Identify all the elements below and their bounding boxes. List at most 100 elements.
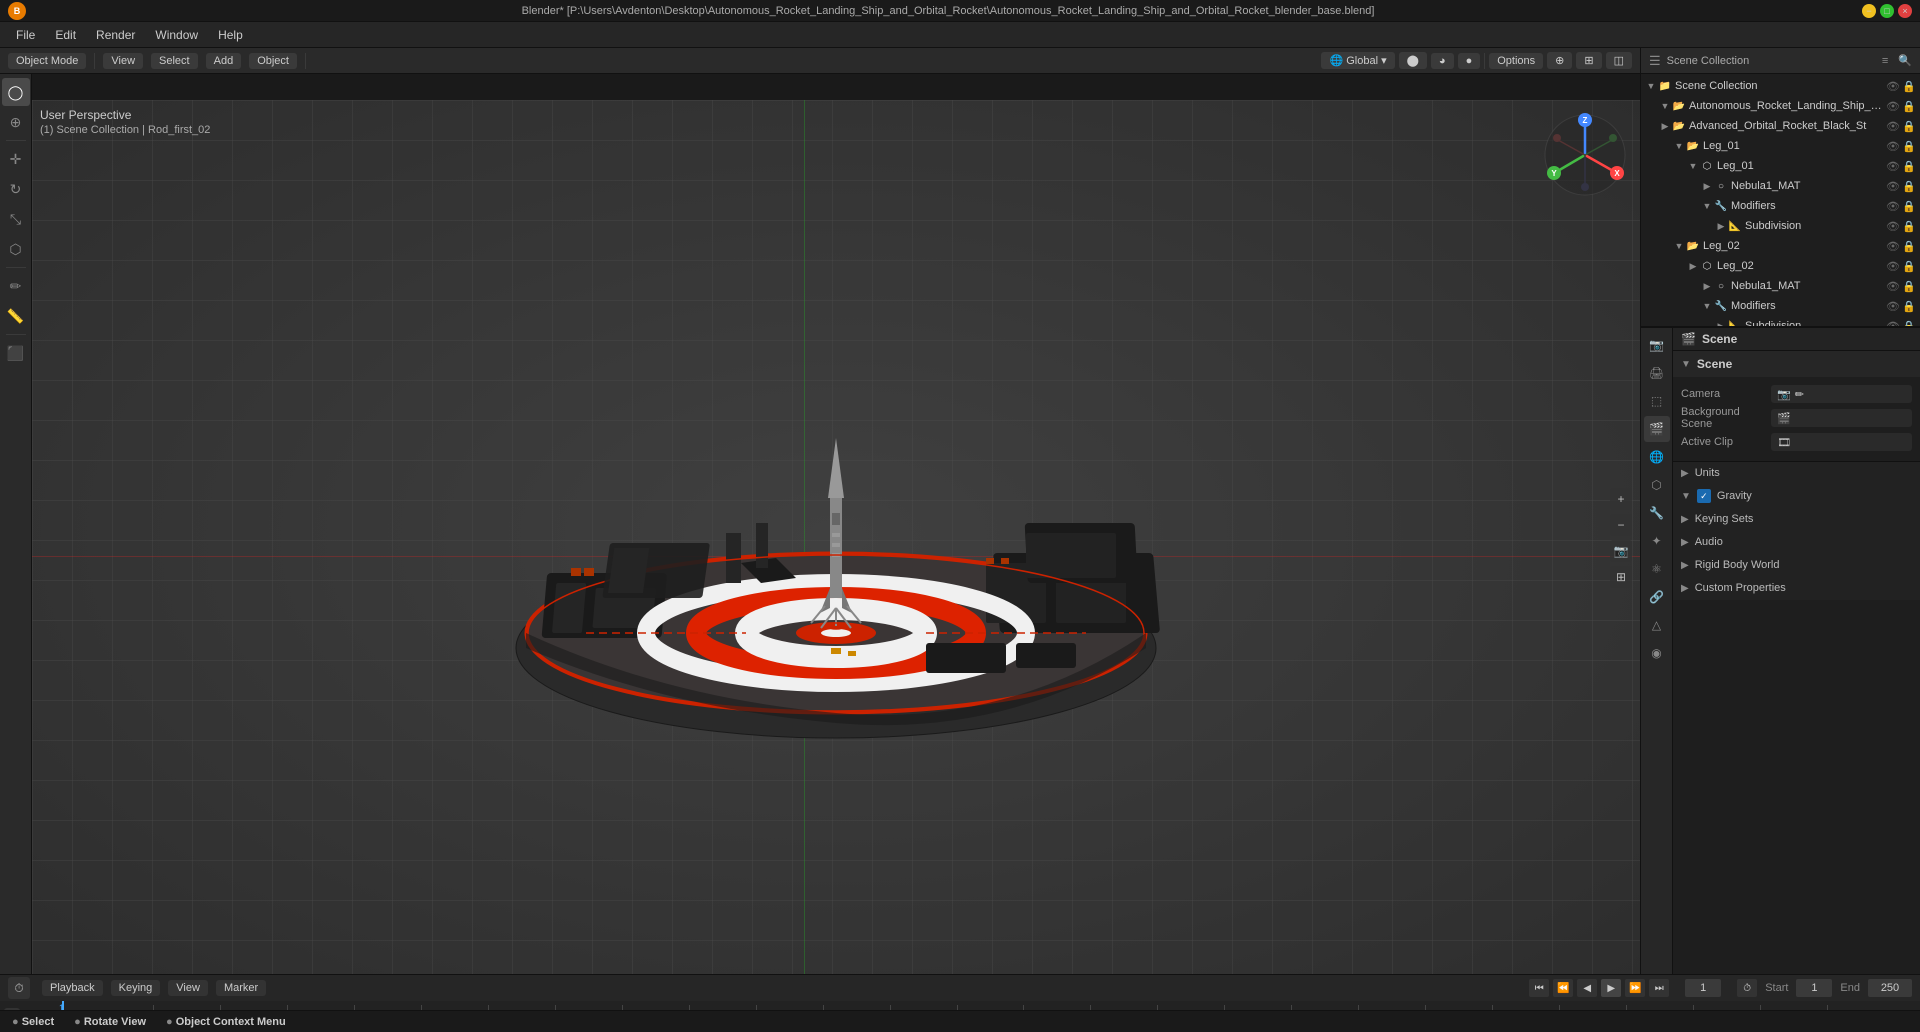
measure-tool[interactable]: 📏 bbox=[2, 302, 30, 330]
step-forward-button[interactable]: ⏩ bbox=[1625, 979, 1645, 997]
object-menu[interactable]: Object bbox=[249, 53, 297, 69]
outliner-visibility-icon[interactable]: 🔒 bbox=[1902, 140, 1916, 153]
outliner-visibility-icon[interactable]: 🔒 bbox=[1902, 320, 1916, 327]
outliner-expand-arrow[interactable]: ▶ bbox=[1701, 181, 1713, 192]
outliner-item[interactable]: ▼🔧Modifiers👁🔒 bbox=[1641, 296, 1920, 316]
particles-properties-icon[interactable]: ✦ bbox=[1644, 528, 1670, 554]
outliner-visibility-icon[interactable]: 👁 bbox=[1886, 260, 1900, 273]
object-properties-icon[interactable]: ⬡ bbox=[1644, 472, 1670, 498]
outliner-item[interactable]: ▶📐Subdivision👁🔒 bbox=[1641, 216, 1920, 236]
outliner-visibility-icon[interactable]: 👁 bbox=[1886, 280, 1900, 293]
scene-properties-icon[interactable]: 🎬 bbox=[1644, 416, 1670, 442]
playback-menu[interactable]: Playback bbox=[42, 980, 103, 996]
menu-edit[interactable]: Edit bbox=[47, 26, 84, 44]
timeline-type-icon[interactable]: ⏱ bbox=[8, 977, 30, 999]
annotate-tool[interactable]: ✏ bbox=[2, 272, 30, 300]
outliner-visibility-icon[interactable]: 👁 bbox=[1886, 220, 1900, 233]
data-properties-icon[interactable]: △ bbox=[1644, 612, 1670, 638]
physics-properties-icon[interactable]: ⚛ bbox=[1644, 556, 1670, 582]
viewport-canvas[interactable]: User Perspective (1) Scene Collection | … bbox=[32, 100, 1640, 976]
play-reverse-button[interactable]: ◀ bbox=[1577, 979, 1597, 997]
render-properties-icon[interactable]: 📷 bbox=[1644, 332, 1670, 358]
object-mode-dropdown[interactable]: Object Mode bbox=[8, 53, 86, 69]
add-cube-tool[interactable]: ⬛ bbox=[2, 339, 30, 367]
outliner-visibility-icon[interactable]: 🔒 bbox=[1902, 260, 1916, 273]
outliner-item[interactable]: ▼🔧Modifiers👁🔒 bbox=[1641, 196, 1920, 216]
active-clip-value[interactable]: 🎞 bbox=[1771, 433, 1912, 451]
outliner-item[interactable]: ▶📂Advanced_Orbital_Rocket_Black_St👁🔒 bbox=[1641, 116, 1920, 136]
outliner-expand-arrow[interactable]: ▼ bbox=[1673, 241, 1685, 251]
outliner-visibility-icon[interactable]: 🔒 bbox=[1902, 180, 1916, 193]
viewport-overlays[interactable]: ⊞ bbox=[1576, 52, 1601, 69]
view-layer-icon[interactable]: ⬚ bbox=[1644, 388, 1670, 414]
keying-menu[interactable]: Keying bbox=[111, 980, 161, 996]
outliner-item[interactable]: ▶○Nebula1_MAT👁🔒 bbox=[1641, 276, 1920, 296]
outliner-visibility-icon[interactable]: 🔒 bbox=[1902, 220, 1916, 233]
viewport-3d[interactable]: User Perspective (1) Scene Collection | … bbox=[32, 100, 1640, 976]
select-tool[interactable]: ◯ bbox=[2, 78, 30, 106]
outliner-item[interactable]: ▼📁Scene Collection👁🔒 bbox=[1641, 76, 1920, 96]
outliner-visibility-icon[interactable]: 🔒 bbox=[1902, 240, 1916, 253]
step-back-button[interactable]: ⏪ bbox=[1553, 979, 1573, 997]
outliner-item[interactable]: ▶📐Subdivision👁🔒 bbox=[1641, 316, 1920, 326]
camera-value-field[interactable]: 📷 ✏ bbox=[1771, 385, 1912, 403]
outliner-expand-arrow[interactable]: ▼ bbox=[1673, 141, 1685, 151]
minimize-button[interactable]: − bbox=[1862, 4, 1876, 18]
constraints-properties-icon[interactable]: 🔗 bbox=[1644, 584, 1670, 610]
outliner-expand-arrow[interactable]: ▶ bbox=[1701, 281, 1713, 292]
outliner-visibility-icon[interactable]: 🔒 bbox=[1902, 120, 1916, 133]
jump-to-end-button[interactable]: ⏭ bbox=[1649, 979, 1669, 997]
marker-menu[interactable]: Marker bbox=[216, 980, 266, 996]
gravity-checkbox[interactable]: ✓ bbox=[1697, 489, 1711, 503]
transform-tool[interactable]: ⬡ bbox=[2, 235, 30, 263]
rigid-body-header[interactable]: ▶ Rigid Body World bbox=[1673, 554, 1920, 576]
viewport-shading-solid[interactable]: ⬤ bbox=[1399, 52, 1427, 69]
rotate-tool[interactable]: ↻ bbox=[2, 175, 30, 203]
audio-header[interactable]: ▶ Audio bbox=[1673, 531, 1920, 553]
outliner-expand-arrow[interactable]: ▶ bbox=[1659, 121, 1671, 132]
outliner-visibility-icon[interactable]: 🔒 bbox=[1902, 80, 1916, 93]
output-properties-icon[interactable]: 🖨 bbox=[1644, 360, 1670, 386]
outliner-visibility-icon[interactable]: 👁 bbox=[1886, 300, 1900, 313]
add-menu[interactable]: Add bbox=[206, 53, 242, 69]
outliner-visibility-icon[interactable]: 🔒 bbox=[1902, 200, 1916, 213]
viewport-gizmos[interactable]: ⊕ bbox=[1547, 52, 1572, 69]
outliner-visibility-icon[interactable]: 🔒 bbox=[1902, 300, 1916, 313]
keying-sets-header[interactable]: ▶ Keying Sets bbox=[1673, 508, 1920, 530]
outliner-filter-icon[interactable]: ≡ bbox=[1882, 55, 1888, 67]
gravity-header[interactable]: ▼ ✓ Gravity bbox=[1673, 485, 1920, 507]
global-dropdown[interactable]: 🌐 Global ▾ bbox=[1321, 52, 1394, 69]
viewport-xray[interactable]: ◫ bbox=[1606, 52, 1632, 69]
end-frame-input[interactable]: 250 bbox=[1868, 979, 1912, 997]
menu-render[interactable]: Render bbox=[88, 26, 143, 44]
viewport-shading-mat[interactable]: ◕ bbox=[1431, 53, 1454, 69]
custom-props-header[interactable]: ▶ Custom Properties bbox=[1673, 577, 1920, 599]
outliner-visibility-icon[interactable]: 👁 bbox=[1886, 180, 1900, 193]
outliner-visibility-icon[interactable]: 👁 bbox=[1886, 80, 1900, 93]
scene-section-header[interactable]: ▼ Scene bbox=[1673, 351, 1920, 377]
outliner-expand-arrow[interactable]: ▶ bbox=[1715, 221, 1727, 232]
background-scene-value[interactable]: 🎬 bbox=[1771, 409, 1912, 427]
zoom-in-button[interactable]: + bbox=[1610, 488, 1632, 510]
outliner-expand-arrow[interactable]: ▶ bbox=[1715, 321, 1727, 327]
outliner-visibility-icon[interactable]: 🔒 bbox=[1902, 280, 1916, 293]
cursor-tool[interactable]: ⊕ bbox=[2, 108, 30, 136]
scale-tool[interactable]: ⤡ bbox=[2, 205, 30, 233]
outliner-visibility-icon[interactable]: 🔒 bbox=[1902, 100, 1916, 113]
menu-window[interactable]: Window bbox=[147, 26, 206, 44]
select-menu[interactable]: Select bbox=[151, 53, 198, 69]
navigation-gizmo[interactable]: Z X Y bbox=[1540, 110, 1630, 200]
viewport-options[interactable]: Options bbox=[1489, 53, 1543, 69]
outliner-visibility-icon[interactable]: 👁 bbox=[1886, 160, 1900, 173]
units-header[interactable]: ▶ Units bbox=[1673, 462, 1920, 484]
outliner-expand-arrow[interactable]: ▼ bbox=[1659, 101, 1671, 111]
outliner-expand-arrow[interactable]: ▼ bbox=[1701, 201, 1713, 211]
close-button[interactable]: × bbox=[1898, 4, 1912, 18]
outliner-expand-arrow[interactable]: ▼ bbox=[1645, 81, 1657, 91]
view-menu-timeline[interactable]: View bbox=[168, 980, 208, 996]
outliner-visibility-icon[interactable]: 👁 bbox=[1886, 100, 1900, 113]
outliner-item[interactable]: ▼⬡Leg_01👁🔒 bbox=[1641, 156, 1920, 176]
outliner-visibility-icon[interactable]: 👁 bbox=[1886, 240, 1900, 253]
modifier-properties-icon[interactable]: 🔧 bbox=[1644, 500, 1670, 526]
outliner-item[interactable]: ▶○Nebula1_MAT👁🔒 bbox=[1641, 176, 1920, 196]
